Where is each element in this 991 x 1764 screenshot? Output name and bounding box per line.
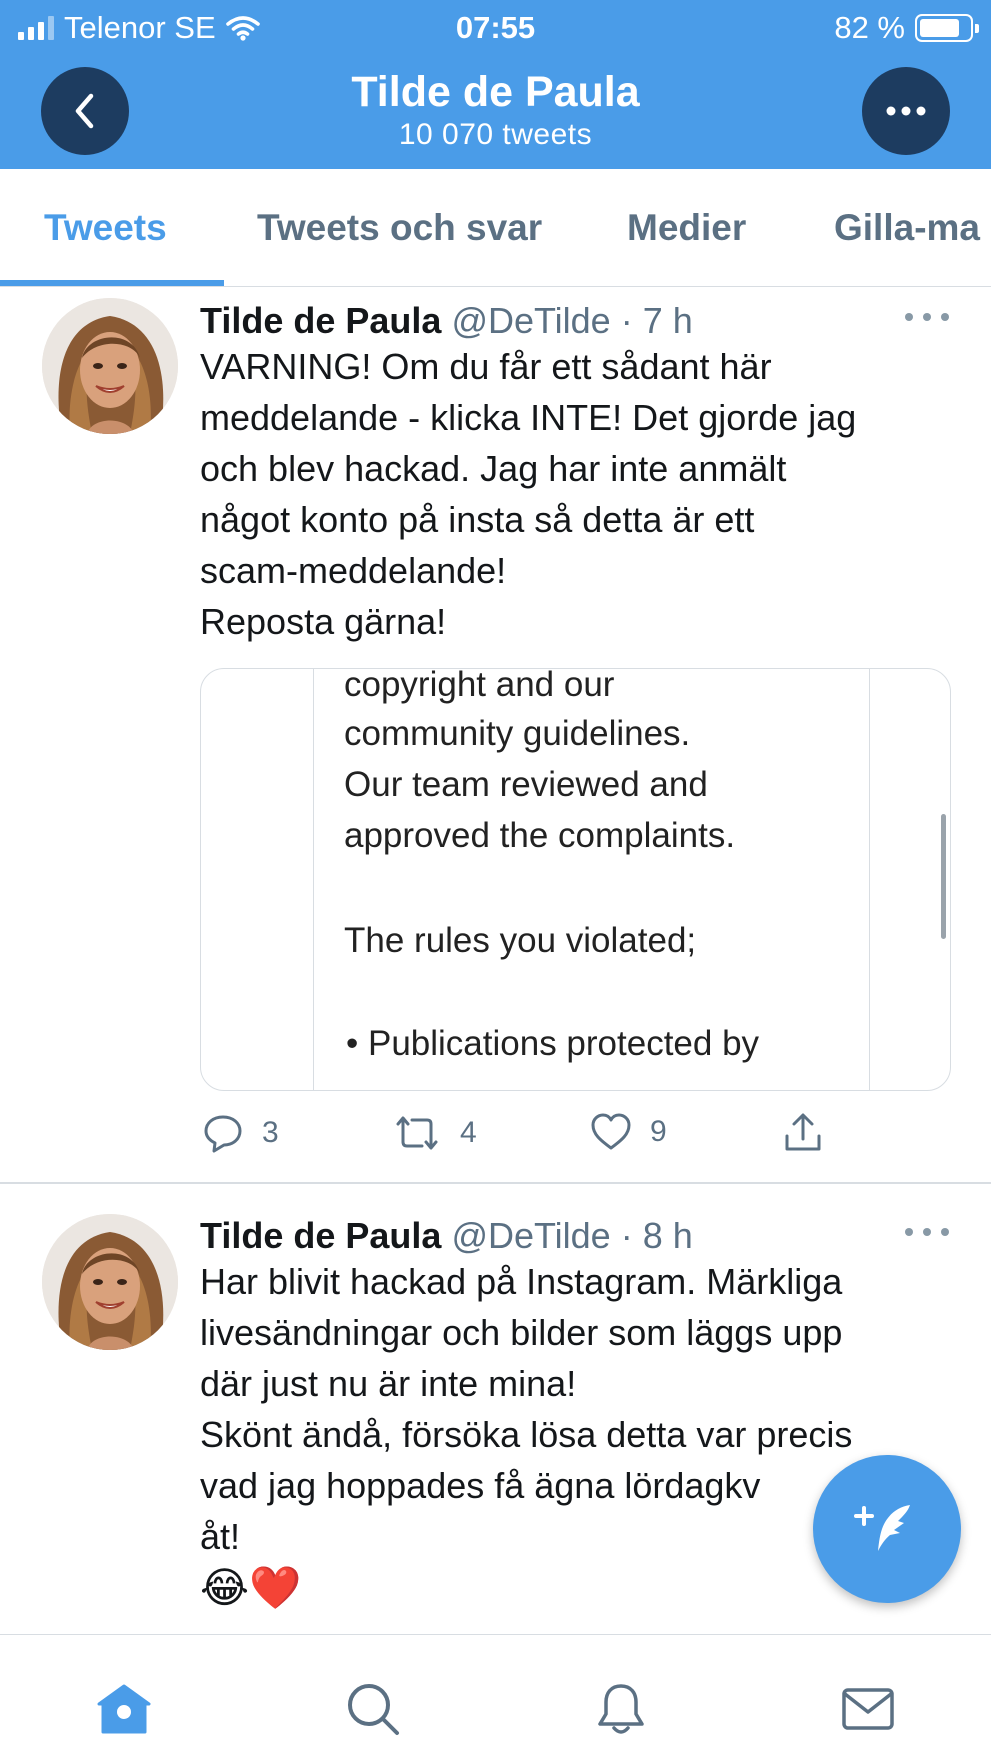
compose-tweet-button[interactable] (813, 1455, 961, 1603)
home-icon (97, 1684, 151, 1734)
more-icon (886, 106, 926, 116)
retweet-button[interactable]: 4 (392, 1112, 477, 1154)
tab-tweets[interactable]: Tweets (44, 207, 167, 249)
profile-tabs: Tweets Tweets och svar Medier Gilla-ma (0, 169, 991, 287)
media-text-line: approved the complaints. (344, 816, 736, 855)
home-tab[interactable] (94, 1679, 154, 1739)
share-button[interactable] (782, 1112, 824, 1154)
like-count: 9 (650, 1115, 667, 1148)
tab-tweets-and-replies[interactable]: Tweets och svar (257, 207, 542, 249)
media-text-line: The rules you violated; (344, 921, 697, 960)
avatar-image (42, 1214, 178, 1350)
bottom-tab-bar (0, 1634, 991, 1764)
like-button[interactable]: 9 (590, 1112, 667, 1152)
reply-button[interactable]: 3 (202, 1112, 279, 1154)
author-name[interactable]: Tilde de Paula (200, 1215, 441, 1256)
avatar[interactable] (42, 1214, 178, 1350)
reply-icon (204, 1115, 242, 1153)
tweet-count: 10 070 tweets (398, 118, 593, 151)
media-text-line: copyright and our (344, 668, 615, 704)
battery-icon (915, 14, 979, 42)
media-text-line: • Publications protected by (346, 1024, 760, 1063)
reply-count: 3 (262, 1116, 279, 1149)
media-text-line: Our team reviewed and (344, 765, 708, 804)
media-text-line: community guidelines. (344, 714, 691, 753)
tab-likes[interactable]: Gilla-ma (834, 207, 980, 249)
battery-group: 82 % (834, 10, 979, 46)
more-options-button[interactable] (862, 67, 950, 155)
battery-percent: 82 % (834, 10, 905, 45)
search-icon (348, 1684, 399, 1735)
avatar-image (42, 298, 178, 434)
avatar[interactable] (42, 298, 178, 434)
search-tab[interactable] (343, 1679, 403, 1739)
profile-header: Telenor SE 07:55 82 % Tilde de Paula 10 … (0, 0, 991, 169)
share-icon (785, 1113, 821, 1151)
media-scrollbar (941, 814, 946, 939)
retweet-count: 4 (460, 1116, 477, 1149)
messages-tab[interactable] (838, 1679, 898, 1739)
compose-feather-icon (854, 1505, 910, 1551)
tweet-actions: 3 4 9 (200, 1112, 960, 1162)
active-tab-indicator (0, 280, 224, 286)
author-handle-time: @DeTilde · 8 h (451, 1215, 693, 1256)
tweet-more-button[interactable] (905, 1222, 949, 1242)
tab-media[interactable]: Medier (627, 207, 746, 249)
mail-icon (842, 1688, 894, 1730)
tweet-media-image[interactable]: copyright and our community guidelines. … (200, 668, 951, 1091)
tweet-more-button[interactable] (905, 307, 949, 327)
tweet-header: Tilde de Paula @DeTilde · 8 h (200, 1215, 693, 1257)
status-bar: Telenor SE 07:55 82 % (0, 0, 991, 56)
tweet-text: VARNING! Om du får ett sådant här meddel… (200, 346, 857, 642)
bell-icon (598, 1684, 644, 1734)
notifications-tab[interactable] (591, 1679, 651, 1739)
tweet-divider (0, 1182, 991, 1184)
author-handle-time: @DeTilde · 7 h (451, 300, 693, 341)
retweet-icon (396, 1116, 438, 1150)
author-name[interactable]: Tilde de Paula (200, 300, 441, 341)
page-title: Tilde de Paula (351, 68, 640, 116)
heart-icon (591, 1113, 631, 1150)
tweet-header: Tilde de Paula @DeTilde · 7 h (200, 300, 693, 342)
